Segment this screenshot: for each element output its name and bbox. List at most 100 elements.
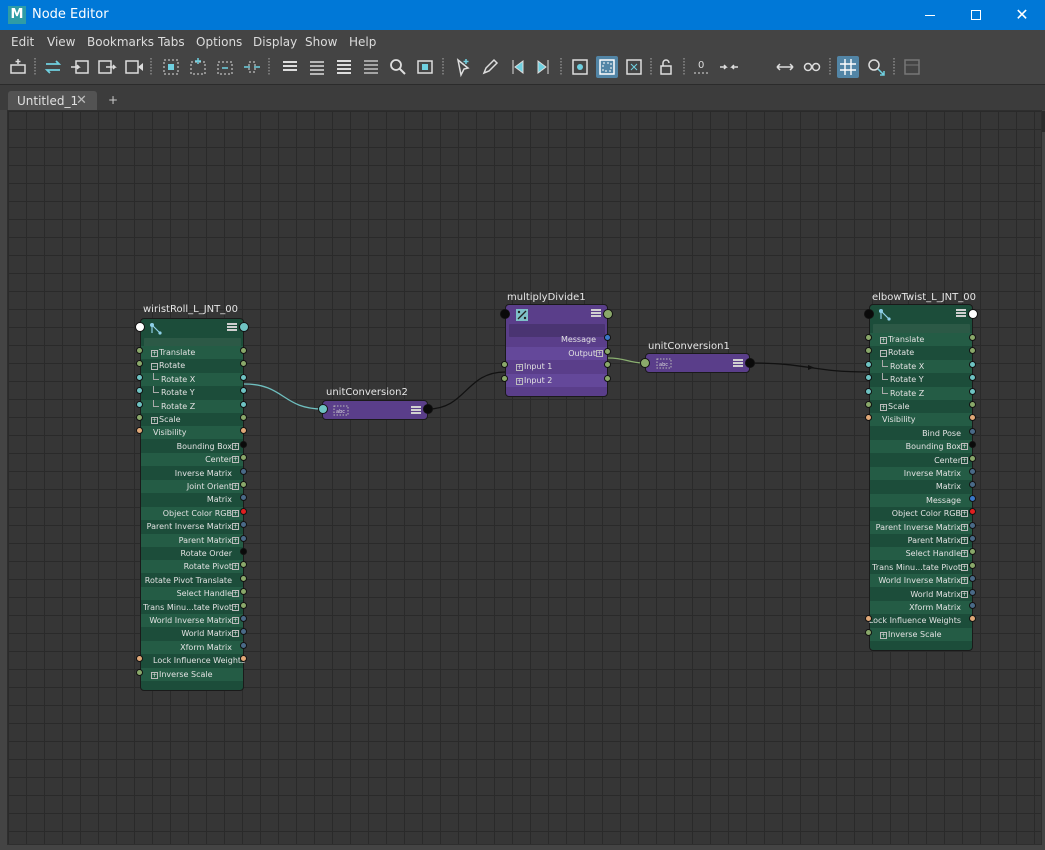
compound-expand-icon[interactable]: +	[961, 563, 968, 571]
collapse-button[interactable]	[718, 56, 740, 78]
compound-expand-icon[interactable]: +	[961, 456, 968, 464]
output-port[interactable]	[969, 588, 976, 596]
output-port[interactable]	[604, 347, 611, 355]
wiristroll-output-port[interactable]	[239, 322, 249, 332]
compound-expand-icon[interactable]: +	[961, 523, 968, 531]
attribute-row[interactable]: Xform Matrix	[141, 640, 243, 654]
elbowtwist-output-port[interactable]	[968, 309, 978, 319]
attribute-row[interactable]: Center +	[870, 454, 972, 467]
unitconversion2-input-port[interactable]	[318, 404, 328, 414]
attribute-row[interactable]: World Inverse Matrix +	[870, 574, 972, 588]
output-port[interactable]	[969, 360, 976, 368]
collapse-icon[interactable]: −	[880, 350, 887, 358]
attribute-row[interactable]: Message	[870, 493, 972, 507]
attribute-row[interactable]: Parent Inverse Matrix +	[141, 520, 243, 533]
attribute-row[interactable]: Bounding Box +	[141, 440, 243, 453]
attribute-row[interactable]: Rotate Y	[141, 386, 243, 399]
attribute-row[interactable]: Rotate Z	[141, 399, 243, 413]
output-port[interactable]	[969, 454, 976, 462]
expand-icon[interactable]: +	[516, 377, 523, 385]
compound-expand-icon[interactable]: +	[961, 537, 968, 544]
show-attribute-names-button[interactable]: 0	[690, 56, 712, 78]
output-port[interactable]	[969, 387, 976, 395]
compound-expand-icon[interactable]: +	[961, 577, 968, 585]
expand-icon[interactable]: +	[151, 417, 158, 424]
input-port[interactable]	[501, 374, 508, 382]
attribute-row[interactable]: + Input 1	[506, 360, 607, 373]
attribute-row[interactable]: Rotate Pivot +	[141, 560, 243, 574]
grid-toggle-button[interactable]	[837, 56, 859, 78]
snap-to-grid-button[interactable]	[865, 56, 887, 78]
attribute-row[interactable]: Bind Pose	[870, 427, 972, 440]
add-node-button[interactable]	[7, 56, 29, 78]
expand-icon[interactable]: +	[516, 364, 523, 371]
attribute-row[interactable]: Parent Matrix +	[141, 533, 243, 547]
attribute-row[interactable]: + Inverse Scale	[870, 627, 972, 641]
compound-expand-icon[interactable]: +	[232, 590, 239, 598]
previous-button[interactable]	[506, 56, 528, 78]
compound-expand-icon[interactable]: +	[232, 630, 239, 638]
wiristroll-input-port[interactable]	[135, 322, 145, 332]
expand-icon[interactable]: +	[880, 404, 887, 411]
connected-mode-button[interactable]	[306, 56, 328, 78]
input-port[interactable]	[501, 361, 508, 368]
output-port[interactable]	[240, 414, 247, 421]
edit-selected-button[interactable]	[479, 56, 501, 78]
full-mode-button[interactable]	[333, 56, 355, 78]
compound-expand-icon[interactable]: +	[961, 550, 968, 558]
menu-bookmarks[interactable]: Bookmarks	[87, 35, 154, 49]
input-port[interactable]	[865, 387, 872, 395]
clear-graph-button[interactable]	[241, 56, 263, 78]
show-containers-button[interactable]	[623, 56, 645, 78]
attribute-row[interactable]: Matrix	[141, 493, 243, 506]
compound-expand-icon[interactable]: +	[232, 617, 239, 624]
attribute-row[interactable]: + Scale	[870, 400, 972, 413]
graph-downstream-button[interactable]	[123, 56, 145, 78]
attribute-row[interactable]: Message	[506, 333, 607, 346]
menu-edit[interactable]: Edit	[11, 35, 34, 49]
menu-display[interactable]: Display	[253, 35, 297, 49]
menu-tabs[interactable]: Tabs	[158, 35, 185, 49]
elbowtwist-input-port[interactable]	[864, 309, 874, 319]
output-port[interactable]	[240, 615, 247, 622]
input-port[interactable]	[865, 401, 872, 408]
attribute-row[interactable]: World Matrix +	[141, 627, 243, 640]
attribute-row[interactable]: Center +	[141, 453, 243, 467]
attribute-row[interactable]: Rotate X	[141, 372, 243, 386]
input-port[interactable]	[136, 414, 143, 421]
unitconversion1-output-port[interactable]	[745, 358, 755, 368]
menu-help[interactable]: Help	[349, 35, 376, 49]
output-port[interactable]	[240, 373, 247, 381]
expand-icon[interactable]: +	[151, 671, 158, 679]
remove-selected-button[interactable]	[214, 56, 236, 78]
input-port[interactable]	[136, 347, 143, 354]
output-port[interactable]	[240, 440, 247, 448]
compound-expand-icon[interactable]: +	[232, 509, 239, 517]
maximize-button[interactable]	[953, 0, 999, 30]
attribute-row[interactable]: Lock Influence Weights	[869, 614, 972, 627]
compound-expand-icon[interactable]: +	[232, 536, 239, 544]
attribute-row[interactable]: − Rotate	[141, 359, 243, 372]
node-unitconversion1[interactable]: abc	[645, 353, 750, 373]
compound-expand-icon[interactable]: +	[961, 510, 968, 518]
simple-mode-button[interactable]	[279, 56, 301, 78]
output-port[interactable]	[604, 334, 611, 341]
compound-expand-icon[interactable]: +	[232, 483, 239, 490]
output-port[interactable]	[240, 507, 247, 515]
add-selected-button[interactable]	[187, 56, 209, 78]
compound-expand-icon[interactable]: +	[232, 523, 239, 531]
output-port[interactable]	[240, 574, 247, 582]
create-bookmark-button[interactable]	[414, 56, 436, 78]
attribute-row[interactable]: Rotate Pivot Translate	[141, 574, 243, 587]
add-tab-button[interactable]: +	[102, 91, 124, 111]
attribute-row[interactable]: World Inverse Matrix +	[141, 614, 243, 627]
attribute-row[interactable]: Select Handle +	[870, 547, 972, 561]
attribute-row[interactable]: + Input 2	[506, 373, 607, 387]
output-port[interactable]	[969, 468, 976, 475]
attribute-row[interactable]: + Translate	[870, 333, 972, 346]
attribute-row[interactable]: Rotate Z	[870, 386, 972, 400]
attribute-row[interactable]: Rotate X	[870, 359, 972, 373]
expand-icon[interactable]: +	[880, 337, 887, 344]
output-port[interactable]	[969, 535, 976, 542]
menu-options[interactable]: Options	[196, 35, 242, 49]
